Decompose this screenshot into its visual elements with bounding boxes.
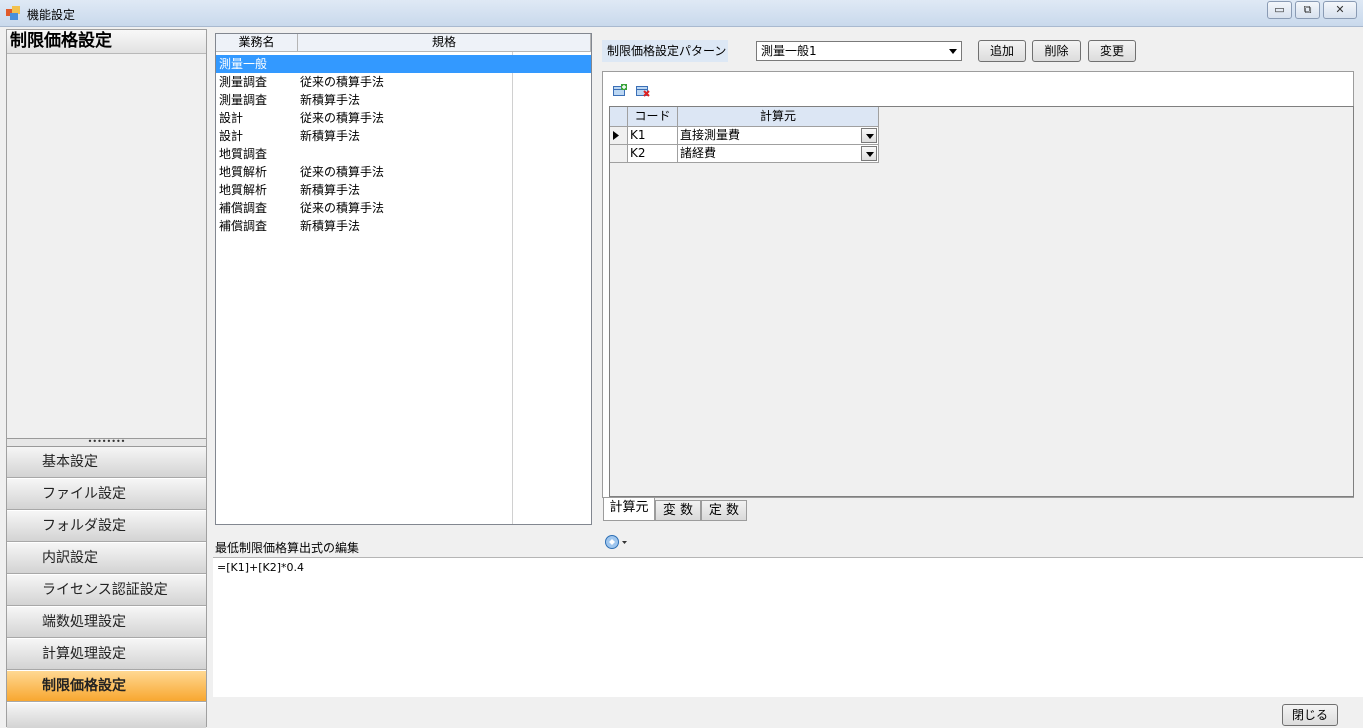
calculation-source-grid[interactable]: コード 計算元 K1 直接測量費 K2 諸経費 [609,106,1354,497]
insert-field-icon[interactable] [603,533,629,551]
navigation-panel: 制限価格設定 •••••••• 基本設定 ファイル設定 フォルダ設定 内訳設定 … [6,29,207,728]
grid-cell-code[interactable]: K1 [628,127,678,145]
app-window-icon [6,6,20,20]
nav-item-basic-settings[interactable]: 基本設定 [7,447,206,478]
tab-calculation-source[interactable]: 計算元 [603,498,655,521]
nav-item-breakdown-settings[interactable]: 内訳設定 [7,543,206,574]
column-header-code[interactable]: コード [628,107,678,127]
nav-item-calculation-settings[interactable]: 計算処理設定 [7,639,206,670]
chevron-down-icon [949,49,957,54]
grid-cell-source[interactable]: 諸経費 [678,145,879,163]
add-row-icon[interactable] [613,84,627,97]
list-item[interactable]: 測量調査 従来の積算手法 [216,73,591,91]
grid-cell-source-value: 諸経費 [680,146,717,160]
list-item[interactable]: 測量一般 [216,55,591,73]
chevron-down-icon[interactable] [861,128,877,143]
current-row-arrow-icon [613,131,619,140]
column-header-business-name[interactable]: 業務名 [216,34,298,52]
formula-editor[interactable]: =[K1]+[K2]*0.4 [213,557,1363,697]
list-item[interactable]: 設計 新積算手法 [216,127,591,145]
chevron-down-icon[interactable] [861,146,877,161]
row-indicator[interactable] [610,145,628,163]
nav-item-file-settings[interactable]: ファイル設定 [7,479,206,510]
list-item[interactable]: 測量調査 新積算手法 [216,91,591,109]
list-item[interactable]: 地質解析 従来の積算手法 [216,163,591,181]
grid-cell-code[interactable]: K2 [628,145,678,163]
tab-constants[interactable]: 定 数 [701,500,747,521]
nav-footer [7,703,206,728]
add-pattern-button[interactable]: 追加 [978,40,1026,62]
pattern-select-value: 測量一般1 [761,44,817,58]
nav-header: 制限価格設定 [7,30,206,54]
list-item[interactable]: 地質調査 [216,145,591,163]
close-window-button[interactable]: ✕ [1323,1,1357,19]
list-item[interactable]: 補償調査 新積算手法 [216,217,591,235]
nav-content-area [7,54,206,438]
delete-pattern-button[interactable]: 削除 [1032,40,1081,62]
row-header-corner [610,107,628,127]
tab-variables[interactable]: 変 数 [655,500,701,521]
business-list[interactable]: 業務名 規格 測量一般 測量調査 従来の積算手法 測量調査 新積算手法 設計 従来の積… [215,33,592,525]
list-item[interactable]: 地質解析 新積算手法 [216,181,591,199]
restore-button[interactable]: ⧉ [1295,1,1320,19]
list-item[interactable]: 設計 従来の積算手法 [216,109,591,127]
nav-item-price-limit-settings[interactable]: 制限価格設定 [7,671,206,702]
pattern-select[interactable]: 測量一般1 [756,41,962,61]
row-indicator[interactable] [610,127,628,145]
nav-item-license-settings[interactable]: ライセンス認証設定 [7,575,206,606]
grid-cell-source[interactable]: 直接測量費 [678,127,879,145]
formula-text: =[K1]+[K2]*0.4 [217,561,305,574]
formula-label: 最低制限価格算出式の編集 [215,541,360,555]
window-title: 機能設定 [27,8,76,22]
nav-item-rounding-settings[interactable]: 端数処理設定 [7,607,206,638]
minimize-button[interactable]: ▭ [1267,1,1292,19]
nav-splitter[interactable]: •••••••• [7,438,206,447]
column-header-source[interactable]: 計算元 [678,107,879,127]
grid-cell-source-value: 直接測量費 [680,128,741,142]
list-item[interactable]: 補償調査 従来の積算手法 [216,199,591,217]
title-bar: 機能設定 ▭ ⧉ ✕ [0,0,1363,27]
close-button[interactable]: 閉じる [1282,704,1338,726]
change-pattern-button[interactable]: 変更 [1088,40,1136,62]
pattern-label: 制限価格設定パターン [602,40,728,62]
column-header-spec[interactable]: 規格 [298,34,591,52]
nav-item-folder-settings[interactable]: フォルダ設定 [7,511,206,542]
delete-row-icon[interactable] [636,84,650,97]
